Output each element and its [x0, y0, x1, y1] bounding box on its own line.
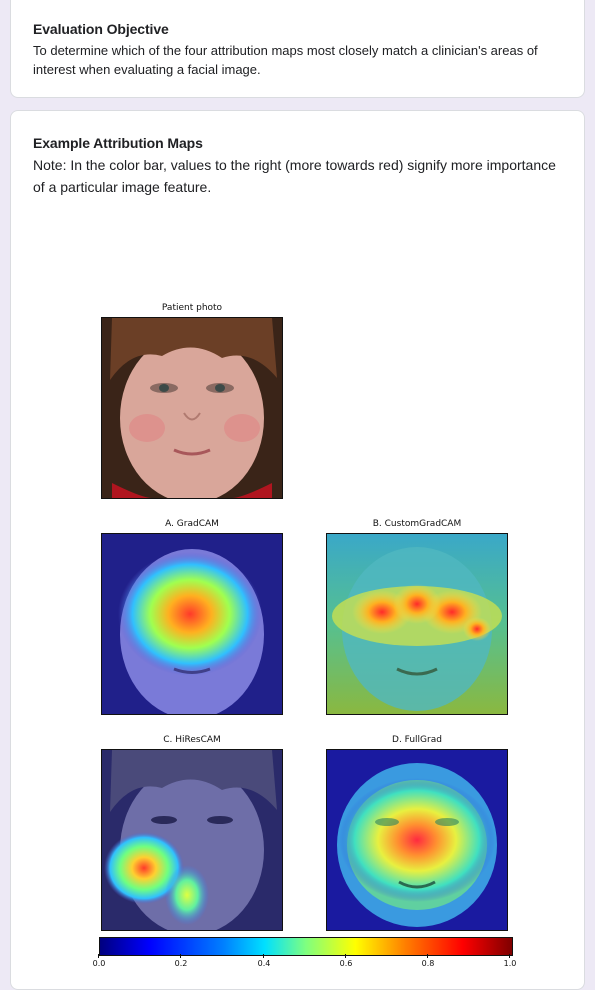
customgradcam-map	[326, 533, 508, 715]
evaluation-objective-card: Evaluation Objective To determine which …	[10, 0, 585, 98]
panel-d-label: D. FullGrad	[392, 735, 442, 745]
colorbar-tick-5: 1.0	[495, 954, 525, 968]
gradcam-map	[101, 533, 283, 715]
panel-c-label: C. HiResCAM	[163, 735, 221, 745]
objective-text: To determine which of the four attributi…	[33, 43, 538, 77]
colorbar-tick-4: 0.8	[413, 954, 443, 968]
colorbar	[99, 937, 513, 956]
colorbar-tick-3: 0.6	[331, 954, 361, 968]
panel-a-label: A. GradCAM	[165, 519, 219, 529]
colorbar-tick-0: 0.0	[84, 954, 114, 968]
example-maps-card: Example Attribution Maps Note: In the co…	[10, 110, 585, 990]
colorbar-tick-2: 0.4	[249, 954, 279, 968]
hirescam-map	[101, 749, 283, 931]
patient-photo-label: Patient photo	[161, 303, 223, 313]
examples-title: Example Attribution Maps	[33, 135, 203, 151]
panel-b-label: B. CustomGradCAM	[372, 519, 462, 529]
colorbar-tick-1: 0.2	[166, 954, 196, 968]
examples-note: Note: In the color bar, values to the ri…	[33, 157, 556, 195]
fullgrad-map	[326, 749, 508, 931]
patient-photo	[101, 317, 283, 499]
objective-title: Evaluation Objective	[33, 21, 169, 37]
